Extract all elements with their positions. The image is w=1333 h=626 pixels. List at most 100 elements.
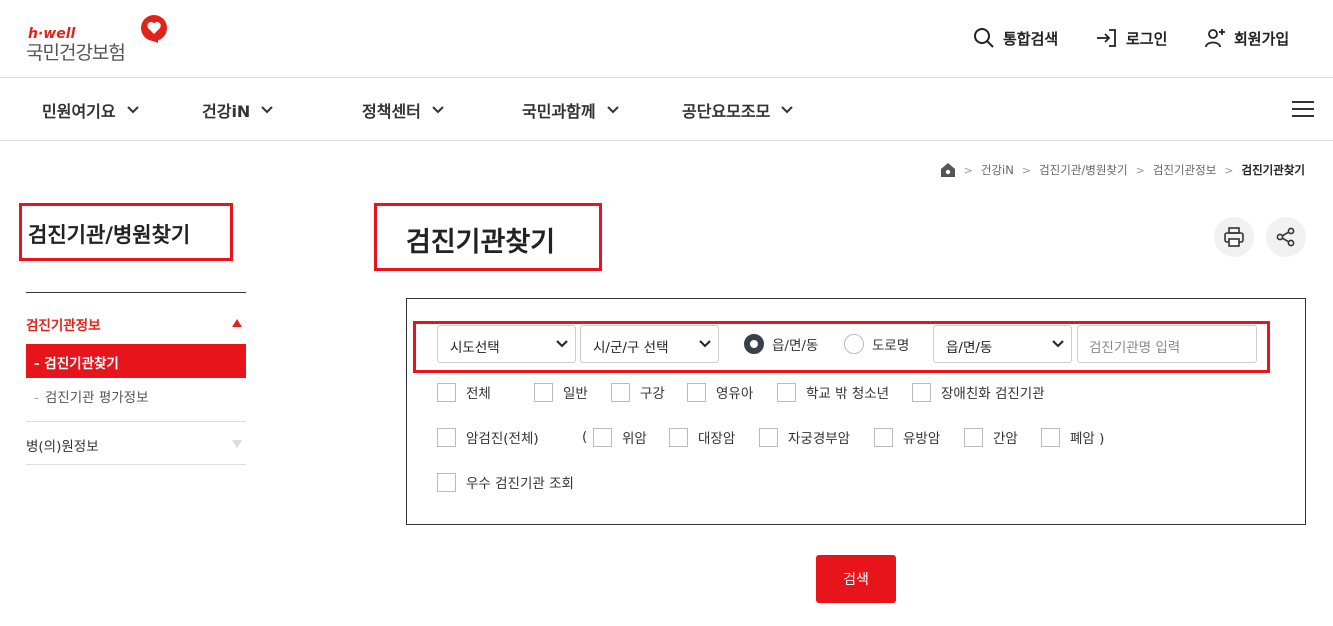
gnb-item-about[interactable]: 공단요모조모: [682, 98, 794, 122]
sidebar-subitem-label: 검진기관 평가정보: [44, 390, 149, 406]
checkbox-icon: [534, 382, 553, 402]
sigungu-select[interactable]: 시/군/구 선택: [580, 325, 719, 363]
caret-up-icon: [232, 319, 242, 327]
checkbox-icon: [669, 427, 688, 447]
login-label: 로그인: [1126, 29, 1168, 48]
dash-marker: -: [34, 390, 39, 406]
checkbox-label: 우수 검진기관 조회: [466, 476, 574, 492]
sidebar-subitem-evaluation[interactable]: - 검진기관 평가정보: [34, 386, 149, 406]
gnb-label: 공단요모조모: [682, 102, 771, 121]
sido-select-value: 시도선택: [450, 340, 500, 356]
sido-select[interactable]: 시도선택: [437, 325, 576, 363]
checkbox-oral[interactable]: 구강: [611, 382, 665, 402]
checkbox-disability-friendly[interactable]: 장애친화 검진기관: [912, 382, 1045, 402]
search-button[interactable]: 검색: [816, 555, 896, 603]
chevron-down-icon: [556, 340, 568, 348]
gnb-label: 국민과함께: [522, 102, 596, 121]
checkbox-label: 유방암: [903, 431, 941, 447]
checkbox-icon: [687, 382, 706, 402]
breadcrumb: > 건강iN > 검진기관/병원찾기 > 검진기관정보 > 검진기관찾기: [940, 160, 1305, 180]
checkbox-cervical-cancer[interactable]: 자궁경부암: [759, 427, 850, 447]
login-link[interactable]: 로그인: [1095, 26, 1167, 50]
gnb-label: 정책센터: [362, 102, 421, 121]
eupmyeondong-select[interactable]: 읍/면/동: [933, 325, 1072, 363]
page-title: 검진기관찾기: [374, 203, 602, 271]
sidebar-item-label: 검진기관정보: [26, 318, 101, 334]
checkbox-breast-cancer[interactable]: 유방암: [874, 427, 940, 447]
checkbox-excellent-institution[interactable]: 우수 검진기관 조회: [437, 472, 574, 492]
checkbox-out-of-school-youth[interactable]: 학교 밖 청소년: [777, 382, 889, 402]
signup-link[interactable]: 회원가입: [1203, 26, 1289, 50]
radio-eupmyeondong[interactable]: 읍/면/동: [744, 334, 818, 354]
checkbox-all[interactable]: 전체: [437, 382, 491, 402]
radio-unselected-icon: [844, 334, 864, 354]
share-icon: [1276, 227, 1295, 247]
global-nav: [0, 79, 1333, 141]
chevron-down-icon: [606, 106, 619, 114]
chevron-down-icon: [781, 106, 794, 114]
breadcrumb-item[interactable]: 검진기관정보: [1153, 162, 1216, 178]
checkbox-label: 영유아: [716, 386, 754, 402]
checkbox-lung-cancer[interactable]: 폐암 ): [1041, 427, 1104, 447]
chevron-right-icon: >: [1224, 163, 1234, 177]
checkbox-stomach-cancer[interactable]: 위암: [593, 427, 647, 447]
signup-label: 회원가입: [1234, 29, 1290, 48]
sidebar-item-label: 병(의)원정보: [26, 439, 99, 455]
sigungu-select-value: 시/군/구 선택: [593, 340, 669, 356]
checkbox-colon-cancer[interactable]: 대장암: [669, 427, 735, 447]
checkbox-label: 일반: [563, 386, 588, 402]
search-icon: [974, 28, 994, 48]
gnb-item-health-in[interactable]: 건강iN: [202, 98, 274, 122]
paren-open: (: [582, 429, 588, 445]
sidebar-divider: [26, 292, 246, 293]
site-header: h·well 국민건강보험 통합검색 로그인 회원가입: [0, 0, 1333, 78]
checkbox-label: 암검진(전체): [466, 431, 539, 447]
checkbox-infant[interactable]: 영유아: [687, 382, 753, 402]
sidebar-subitem-find-checkup[interactable]: - 검진기관찾기: [26, 344, 246, 378]
heart-logo-icon: [141, 15, 167, 43]
chevron-down-icon: [1052, 340, 1064, 348]
sidebar-item-hospital-info[interactable]: 병(의)원정보: [26, 435, 246, 455]
gnb-item-civil[interactable]: 민원여기요: [42, 98, 140, 122]
breadcrumb-item[interactable]: 검진기관/병원찾기: [1039, 162, 1128, 178]
breadcrumb-item[interactable]: 건강iN: [981, 162, 1014, 178]
chevron-down-icon: [432, 106, 444, 114]
checkbox-icon: [1041, 427, 1060, 447]
radio-selected-icon: [744, 334, 764, 354]
home-icon[interactable]: [940, 162, 956, 178]
chevron-right-icon: >: [963, 163, 973, 177]
sidebar-item-checkup-info[interactable]: 검진기관정보: [26, 314, 246, 334]
checkbox-icon: [964, 427, 983, 447]
radio-label: 읍/면/동: [772, 338, 819, 354]
eupmyeondong-select-value: 읍/면/동: [946, 340, 993, 356]
integrated-search-link[interactable]: 통합검색: [972, 26, 1058, 50]
logo-text: 국민건강보험: [26, 42, 126, 64]
chevron-right-icon: >: [1135, 163, 1145, 177]
institution-name-input[interactable]: 검진기관명 입력: [1077, 325, 1257, 363]
breadcrumb-current: 검진기관찾기: [1241, 163, 1305, 177]
logo[interactable]: h·well 국민건강보험: [26, 14, 176, 64]
checkbox-cancer-all[interactable]: 암검진(전체): [437, 427, 539, 447]
user-add-icon: [1205, 29, 1225, 48]
gnb-item-policy[interactable]: 정책센터: [362, 98, 445, 122]
hamburger-menu-icon[interactable]: [1292, 99, 1316, 119]
caret-down-icon: [232, 440, 242, 448]
checkbox-label: 장애친화 검진기관: [941, 386, 1045, 402]
checkbox-label: 대장암: [698, 431, 736, 447]
checkbox-icon: [611, 382, 630, 402]
print-button[interactable]: [1214, 217, 1254, 257]
sidebar-divider: [26, 464, 246, 465]
gnb-item-together[interactable]: 국민과함께: [522, 98, 620, 122]
checkbox-general[interactable]: 일반: [534, 382, 588, 402]
sidebar-divider: [26, 421, 246, 422]
checkbox-icon: [759, 427, 778, 447]
chevron-down-icon: [699, 340, 711, 348]
checkbox-icon: [912, 382, 931, 402]
checkbox-liver-cancer[interactable]: 간암: [964, 427, 1018, 447]
checkbox-label: 자궁경부암: [788, 431, 851, 447]
checkbox-icon: [437, 382, 456, 402]
radio-road-name[interactable]: 도로명: [844, 334, 909, 354]
share-button[interactable]: [1266, 217, 1306, 257]
chevron-down-icon: [261, 106, 274, 114]
checkbox-label: 전체: [466, 386, 491, 402]
